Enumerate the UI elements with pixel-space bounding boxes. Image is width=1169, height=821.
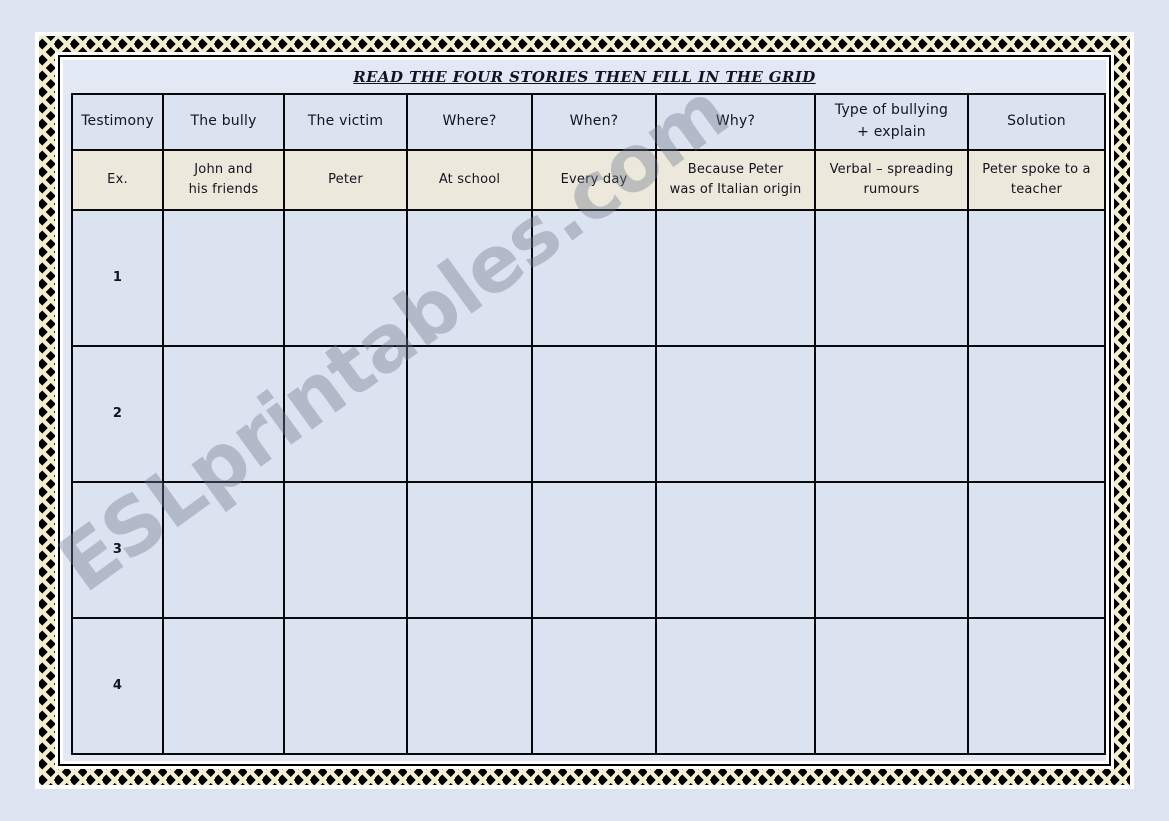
cell-line: Every day xyxy=(560,171,628,187)
header-line: Where? xyxy=(442,113,497,130)
bullying-grid-table: Testimony The bully The victim Where? Wh… xyxy=(71,93,1106,755)
answer-cell-type-of-bullying-1[interactable] xyxy=(814,209,969,347)
answer-cell-type-of-bullying-4[interactable] xyxy=(814,617,969,755)
column-header-the-victim: The victim xyxy=(283,93,408,151)
cell-line: Verbal – spreading xyxy=(829,161,954,177)
example-cell-type-of-bullying: Verbal – spreading rumours xyxy=(814,149,969,211)
answer-cell-type-of-bullying-3[interactable] xyxy=(814,481,969,619)
cell-line: John and xyxy=(194,161,253,177)
cell-line: rumours xyxy=(863,182,920,197)
example-cell-where: At school xyxy=(406,149,533,211)
answer-cell-solution-4[interactable] xyxy=(967,617,1106,755)
answer-cell-why-1[interactable] xyxy=(655,209,816,347)
cell-line: teacher xyxy=(1010,182,1063,197)
column-header-when: When? xyxy=(531,93,657,151)
cell-line: Ex. xyxy=(107,171,128,187)
answer-cell-the-victim-4[interactable] xyxy=(283,617,408,755)
answer-cell-where-4[interactable] xyxy=(406,617,533,755)
cell-line: was of Italian origin xyxy=(669,182,802,197)
answer-cell-the-victim-3[interactable] xyxy=(283,481,408,619)
column-header-where: Where? xyxy=(406,93,533,151)
cell-line: At school xyxy=(438,171,501,187)
column-header-the-bully: The bully xyxy=(162,93,285,151)
header-line: The victim xyxy=(307,113,384,130)
cell-line: Because Peter xyxy=(687,161,784,177)
example-cell-the-victim: Peter xyxy=(283,149,408,211)
example-cell-testimony: Ex. xyxy=(71,149,164,211)
row-number-4: 4 xyxy=(71,617,164,755)
answer-cell-when-2[interactable] xyxy=(531,345,657,483)
example-cell-when: Every day xyxy=(531,149,657,211)
column-header-solution: Solution xyxy=(967,93,1106,151)
header-line: Why? xyxy=(715,113,756,130)
example-cell-the-bully: John and his friends xyxy=(162,149,285,211)
header-line: The bully xyxy=(190,113,257,130)
zigzag-border-pattern: READ THE FOUR STORIES THEN FILL IN THE G… xyxy=(39,36,1130,785)
row-number-2: 2 xyxy=(71,345,164,483)
worksheet-content: READ THE FOUR STORIES THEN FILL IN THE G… xyxy=(63,60,1106,761)
table-row-example: Ex. John and his friends Peter At school… xyxy=(71,149,1106,211)
answer-cell-solution-3[interactable] xyxy=(967,481,1106,619)
cell-line: Peter xyxy=(328,171,363,187)
answer-cell-the-bully-3[interactable] xyxy=(162,481,285,619)
answer-cell-solution-1[interactable] xyxy=(967,209,1106,347)
worksheet-page: READ THE FOUR STORIES THEN FILL IN THE G… xyxy=(0,0,1169,821)
example-cell-why: Because Peter was of Italian origin xyxy=(655,149,816,211)
header-line: + explain xyxy=(857,124,926,140)
table-header-row: Testimony The bully The victim Where? Wh… xyxy=(71,93,1106,151)
column-header-type-of-bullying: Type of bullying + explain xyxy=(814,93,969,151)
answer-cell-where-2[interactable] xyxy=(406,345,533,483)
cell-line: Peter spoke to a xyxy=(982,161,1091,177)
answer-cell-where-3[interactable] xyxy=(406,481,533,619)
answer-cell-why-3[interactable] xyxy=(655,481,816,619)
column-header-why: Why? xyxy=(655,93,816,151)
header-line: When? xyxy=(569,113,619,130)
frame-inner-black-rule: READ THE FOUR STORIES THEN FILL IN THE G… xyxy=(58,55,1111,766)
decorative-frame: READ THE FOUR STORIES THEN FILL IN THE G… xyxy=(35,32,1134,789)
cell-line: his friends xyxy=(188,182,259,197)
answer-cell-the-victim-1[interactable] xyxy=(283,209,408,347)
answer-cell-type-of-bullying-2[interactable] xyxy=(814,345,969,483)
table-row: 1 xyxy=(71,209,1106,347)
example-cell-solution: Peter spoke to a teacher xyxy=(967,149,1106,211)
answer-cell-when-3[interactable] xyxy=(531,481,657,619)
page-title: READ THE FOUR STORIES THEN FILL IN THE G… xyxy=(353,68,816,86)
answer-cell-why-4[interactable] xyxy=(655,617,816,755)
answer-cell-the-bully-1[interactable] xyxy=(162,209,285,347)
table-row: 3 xyxy=(71,481,1106,619)
row-number-1: 1 xyxy=(71,209,164,347)
answer-cell-solution-2[interactable] xyxy=(967,345,1106,483)
answer-cell-where-1[interactable] xyxy=(406,209,533,347)
header-line: Solution xyxy=(1007,113,1066,130)
frame-inner-white: READ THE FOUR STORIES THEN FILL IN THE G… xyxy=(55,52,1114,769)
grid-container: Testimony The bully The victim Where? Wh… xyxy=(63,93,1106,755)
table-row: 4 xyxy=(71,617,1106,755)
table-row: 2 xyxy=(71,345,1106,483)
answer-cell-when-4[interactable] xyxy=(531,617,657,755)
answer-cell-when-1[interactable] xyxy=(531,209,657,347)
header-line: Type of bullying xyxy=(834,102,949,119)
row-number-3: 3 xyxy=(71,481,164,619)
answer-cell-the-bully-4[interactable] xyxy=(162,617,285,755)
answer-cell-the-bully-2[interactable] xyxy=(162,345,285,483)
column-header-testimony: Testimony xyxy=(71,93,164,151)
answer-cell-why-2[interactable] xyxy=(655,345,816,483)
header-line: Testimony xyxy=(81,113,154,130)
answer-cell-the-victim-2[interactable] xyxy=(283,345,408,483)
